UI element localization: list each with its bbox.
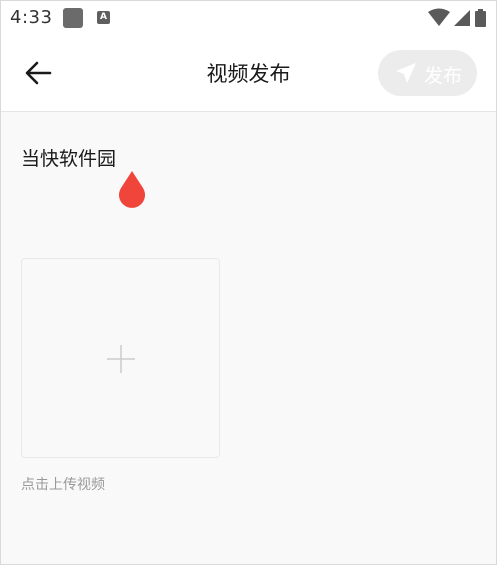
upload-video-box[interactable] xyxy=(21,258,220,458)
status-time: 4:33 xyxy=(10,7,53,28)
a-notification-icon: A xyxy=(97,11,110,24)
top-app-bar: 视频发布 发布 xyxy=(1,35,496,112)
signal-icon xyxy=(454,10,470,26)
app-square-icon xyxy=(63,8,83,28)
text-cursor-handle[interactable] xyxy=(116,170,148,210)
upload-hint: 点击上传视频 xyxy=(21,477,105,493)
plus-icon xyxy=(107,345,135,373)
publish-button[interactable]: 发布 xyxy=(378,50,477,96)
status-bar: 4:33 A xyxy=(1,1,496,35)
send-icon xyxy=(396,63,416,83)
battery-icon xyxy=(475,9,486,27)
app-screen: 4:33 A 视频发布 发布 当快软件园 点击上传视频 xyxy=(0,0,497,565)
publish-label: 发布 xyxy=(424,65,463,87)
status-icons xyxy=(428,8,490,28)
caption-input[interactable]: 当快软件园 xyxy=(21,145,461,175)
wifi-icon xyxy=(428,8,450,26)
